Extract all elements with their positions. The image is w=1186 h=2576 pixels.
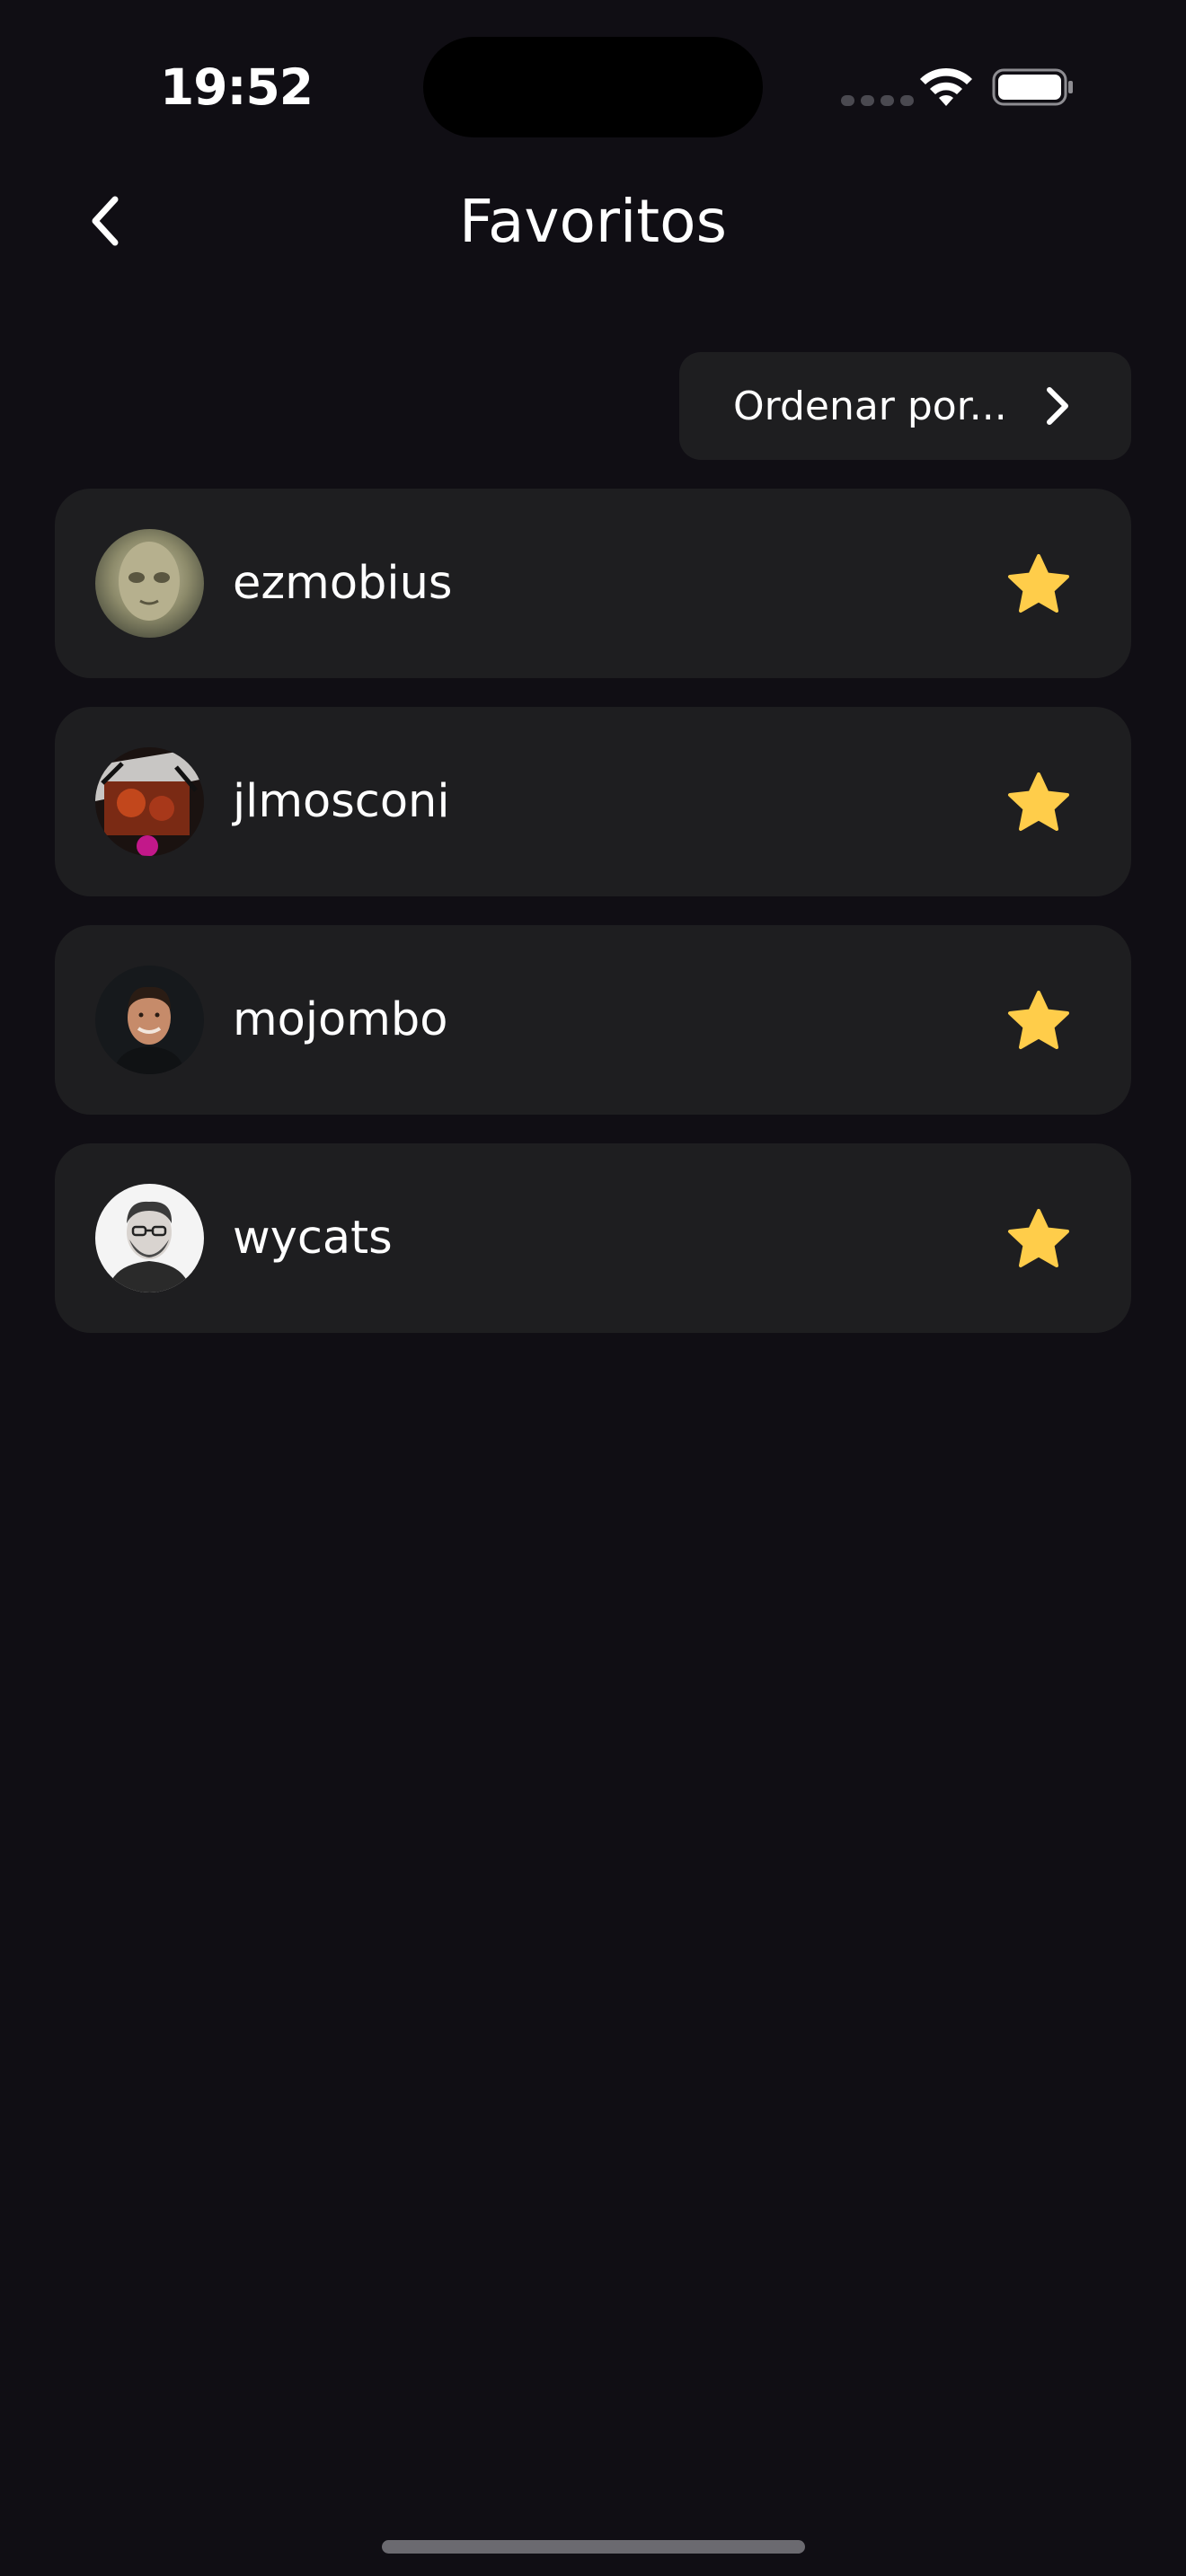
sort-button-label: Ordenar por... [733, 383, 1007, 429]
sort-button[interactable]: Ordenar por... [679, 352, 1131, 460]
favorite-row[interactable]: jlmosconi [55, 707, 1131, 896]
home-indicator[interactable] [382, 2540, 805, 2554]
username: mojombo [233, 993, 448, 1046]
username: ezmobius [233, 557, 453, 610]
username: jlmosconi [233, 775, 450, 828]
dynamic-island [423, 37, 763, 137]
chevron-right-icon [1047, 387, 1068, 425]
star-icon[interactable] [1007, 1208, 1070, 1269]
favorite-row[interactable]: ezmobius [55, 489, 1131, 678]
battery-icon [992, 68, 1073, 106]
username: wycats [233, 1212, 393, 1265]
star-icon[interactable] [1007, 553, 1070, 614]
favorite-row[interactable]: wycats [55, 1143, 1131, 1333]
avatar [95, 966, 204, 1074]
favorites-list: ezmobius jlmosconi mojombo wycats [55, 489, 1131, 1362]
avatar [95, 529, 204, 638]
avatar [95, 1184, 204, 1292]
page-title: Favoritos [459, 187, 727, 256]
signal-icon [841, 95, 914, 106]
favorite-row[interactable]: mojombo [55, 925, 1131, 1115]
wifi-icon [920, 67, 972, 106]
star-icon[interactable] [1007, 990, 1070, 1051]
avatar [95, 747, 204, 856]
star-icon[interactable] [1007, 772, 1070, 833]
status-time: 19:52 [160, 58, 314, 116]
